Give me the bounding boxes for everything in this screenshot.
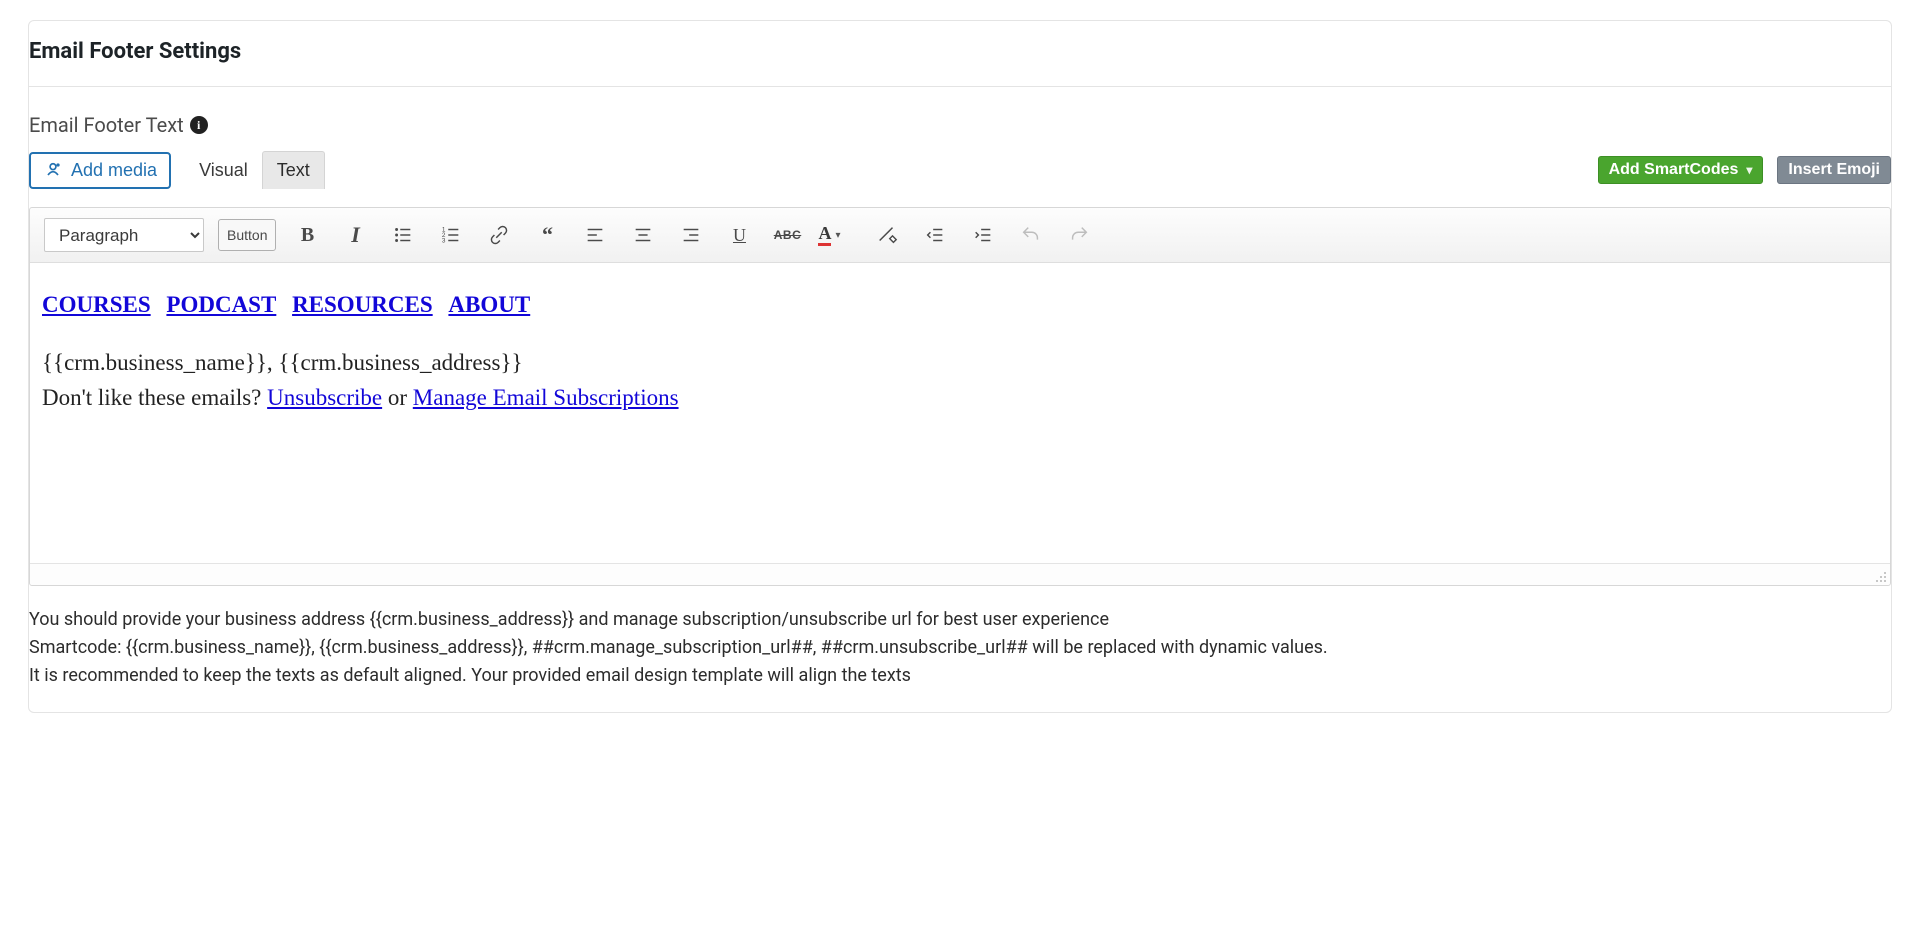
align-center-button[interactable] bbox=[626, 219, 660, 251]
chevron-down-icon: ▾ bbox=[1746, 163, 1752, 177]
media-bar: Add media Visual Text Add SmartCodes ▾ I… bbox=[29, 151, 1891, 189]
editor-content[interactable]: COURSES PODCAST RESOURCES ABOUT {{crm.bu… bbox=[30, 263, 1890, 563]
add-media-button[interactable]: Add media bbox=[29, 152, 171, 189]
help-line-1: You should provide your business address… bbox=[29, 606, 1891, 634]
footer-line-1: {{crm.business_name}}, {{crm.business_ad… bbox=[42, 345, 1874, 381]
unsubscribe-link[interactable]: Unsubscribe bbox=[267, 385, 382, 410]
underline-button[interactable]: U bbox=[722, 219, 756, 251]
format-select[interactable]: Paragraph bbox=[44, 218, 204, 252]
text-color-icon: A bbox=[818, 224, 831, 246]
footer-link-courses[interactable]: COURSES bbox=[42, 292, 151, 317]
blockquote-button[interactable]: “ bbox=[530, 219, 564, 251]
panel-header: Email Footer Settings bbox=[29, 39, 1891, 87]
undo-button[interactable] bbox=[1014, 219, 1048, 251]
footer-link-resources[interactable]: RESOURCES bbox=[292, 292, 433, 317]
section-label-row: Email Footer Text i bbox=[29, 113, 1891, 137]
add-media-label: Add media bbox=[71, 160, 157, 181]
footer-link-about[interactable]: ABOUT bbox=[448, 292, 530, 317]
resize-handle-icon[interactable] bbox=[1874, 569, 1888, 583]
editor-toolbar: Paragraph Button B I 123 “ bbox=[30, 208, 1890, 263]
manage-subscriptions-link[interactable]: Manage Email Subscriptions bbox=[413, 385, 679, 410]
section-label: Email Footer Text bbox=[29, 113, 184, 137]
footer-line-2-pre: Don't like these emails? bbox=[42, 385, 267, 410]
clear-format-button[interactable] bbox=[870, 219, 904, 251]
add-smartcodes-label: Add SmartCodes bbox=[1609, 161, 1739, 179]
editor-tabs: Visual Text bbox=[185, 151, 325, 189]
footer-nav-links: COURSES PODCAST RESOURCES ABOUT bbox=[42, 287, 1874, 323]
chevron-down-icon: ▾ bbox=[835, 230, 840, 241]
footer-or: or bbox=[382, 385, 413, 410]
tab-visual[interactable]: Visual bbox=[185, 151, 262, 189]
button-insert[interactable]: Button bbox=[218, 219, 276, 251]
media-icon bbox=[43, 160, 63, 180]
footer-line-2: Don't like these emails? Unsubscribe or … bbox=[42, 380, 1874, 416]
add-smartcodes-button[interactable]: Add SmartCodes ▾ bbox=[1598, 156, 1764, 184]
help-text: You should provide your business address… bbox=[29, 606, 1891, 690]
link-button[interactable] bbox=[482, 219, 516, 251]
bold-button[interactable]: B bbox=[290, 219, 324, 251]
panel-title: Email Footer Settings bbox=[29, 39, 1891, 76]
bullet-list-button[interactable] bbox=[386, 219, 420, 251]
ordered-list-button[interactable]: 123 bbox=[434, 219, 468, 251]
insert-emoji-button[interactable]: Insert Emoji bbox=[1777, 156, 1891, 184]
editor-status-bar bbox=[30, 563, 1890, 585]
svg-text:3: 3 bbox=[442, 237, 446, 244]
footer-body: {{crm.business_name}}, {{crm.business_ad… bbox=[42, 345, 1874, 416]
tab-text[interactable]: Text bbox=[262, 151, 325, 189]
indent-button[interactable] bbox=[966, 219, 1000, 251]
header-divider bbox=[29, 86, 1891, 87]
redo-button[interactable] bbox=[1062, 219, 1096, 251]
footer-link-podcast[interactable]: PODCAST bbox=[166, 292, 276, 317]
info-icon[interactable]: i bbox=[190, 116, 208, 134]
align-right-button[interactable] bbox=[674, 219, 708, 251]
editor-frame: Paragraph Button B I 123 “ bbox=[29, 207, 1891, 586]
email-footer-settings-panel: Email Footer Settings Email Footer Text … bbox=[28, 20, 1892, 713]
outdent-button[interactable] bbox=[918, 219, 952, 251]
help-line-2: Smartcode: {{crm.business_name}}, {{crm.… bbox=[29, 634, 1891, 662]
strikethrough-button[interactable]: ABC bbox=[770, 219, 804, 251]
align-left-button[interactable] bbox=[578, 219, 612, 251]
help-line-3: It is recommended to keep the texts as d… bbox=[29, 662, 1891, 690]
text-color-button[interactable]: A ▾ bbox=[818, 219, 856, 251]
italic-button[interactable]: I bbox=[338, 219, 372, 251]
